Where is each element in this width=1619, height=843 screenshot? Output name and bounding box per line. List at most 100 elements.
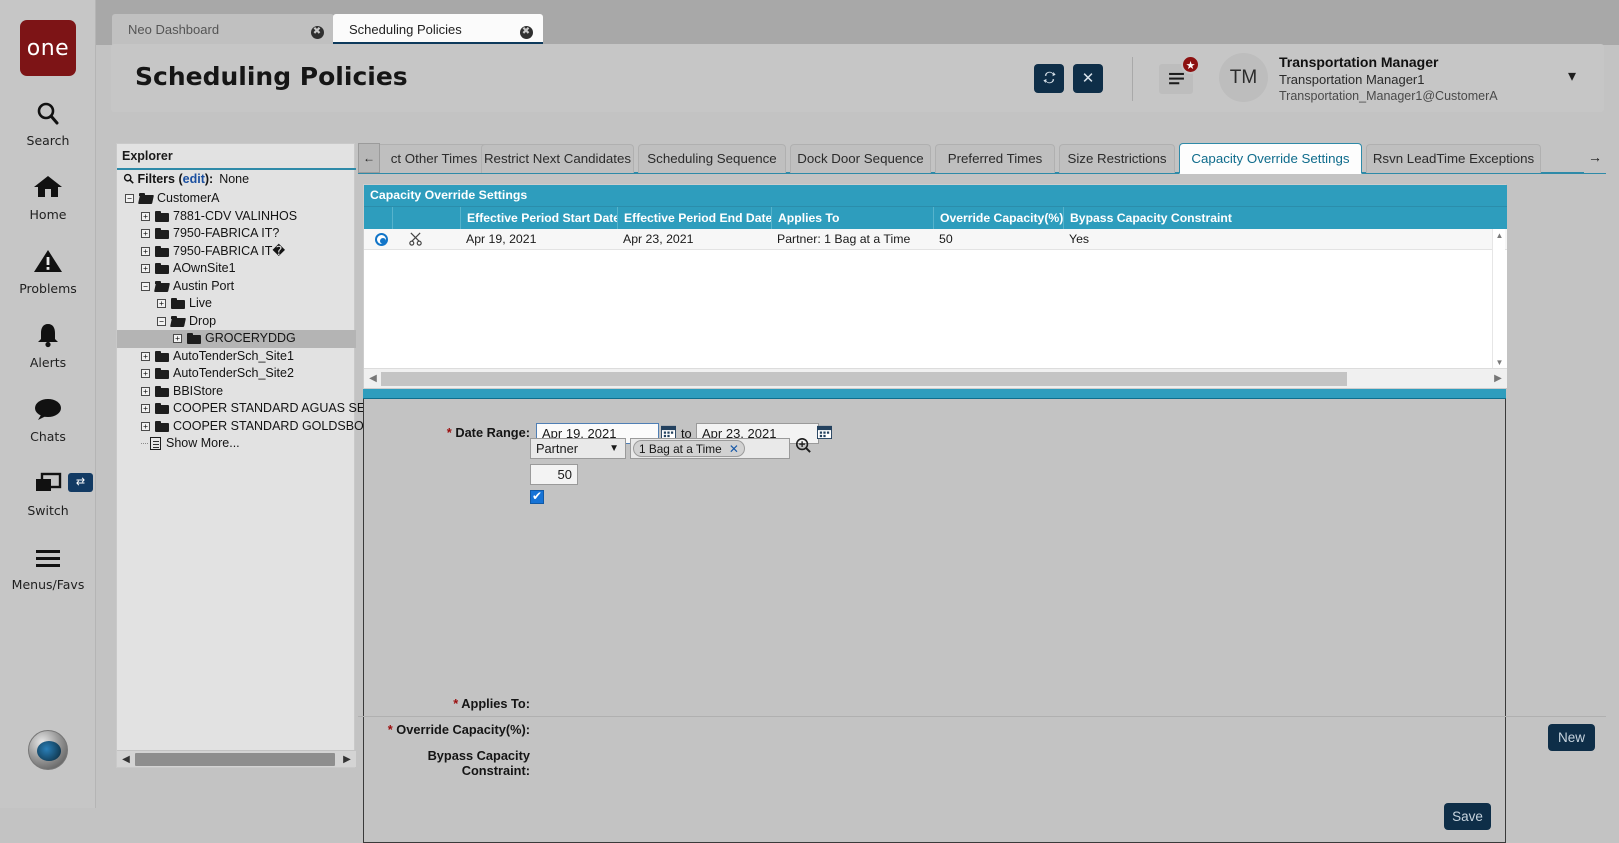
filters-edit-link[interactable]: edit: [183, 172, 205, 186]
tab-capacity-override-settings[interactable]: Capacity Override Settings: [1179, 143, 1362, 174]
tree-node-8[interactable]: + GROCERYDDG: [117, 330, 356, 348]
tree-node-3[interactable]: +7950-FABRICA IT�: [117, 243, 356, 261]
rail-item-problems[interactable]: Problems: [0, 248, 96, 296]
column-header-0[interactable]: [364, 207, 392, 230]
tab-size-restrictions[interactable]: Size Restrictions: [1059, 144, 1175, 173]
explorer-scroll-left-icon[interactable]: ◀: [119, 751, 133, 768]
user-menu-chevron-down-icon[interactable]: ▾: [1568, 66, 1576, 86]
column-header-3[interactable]: Effective Period End Date: [617, 207, 771, 230]
page-title: Scheduling Policies: [135, 62, 408, 91]
tab-scroll-left-button[interactable]: ←: [358, 143, 380, 173]
column-header-1[interactable]: [392, 207, 460, 230]
calendar-icon-start[interactable]: [661, 424, 676, 439]
brand-logo[interactable]: one: [20, 20, 76, 76]
user-name: Transportation Manager1: [1279, 72, 1425, 87]
column-header-6[interactable]: Bypass Capacity Constraint: [1063, 207, 1507, 230]
tree-expander-13[interactable]: +: [141, 421, 150, 431]
column-header-4[interactable]: Applies To: [771, 207, 933, 230]
switch-badge-icon[interactable]: ⇄: [68, 473, 93, 492]
rail-item-search[interactable]: Search: [0, 100, 96, 148]
tree-node-1[interactable]: +7881-CDV VALINHOS: [117, 208, 356, 226]
tree-node-14[interactable]: Show More...: [117, 435, 356, 453]
tree-node-label-2: 7950-FABRICA IT?: [173, 226, 280, 240]
calendar-icon-end[interactable]: [817, 424, 832, 439]
tab-rsvn-leadtime-exceptions[interactable]: Rsvn LeadTime Exceptions: [1366, 144, 1541, 173]
left-nav-rail: one Search Home Problems Alerts Chats Sw…: [0, 0, 96, 808]
grid-vertical-scrollbar[interactable]: ▲ ▼: [1492, 229, 1505, 369]
tree-node-0[interactable]: − CustomerA: [117, 190, 356, 208]
tab-scheduling-sequence[interactable]: Scheduling Sequence: [638, 144, 786, 173]
new-button[interactable]: New: [1548, 724, 1595, 751]
applies-to-token-remove-icon[interactable]: ✕: [729, 442, 739, 456]
rail-item-menus-favs[interactable]: Menus/Favs: [0, 544, 96, 592]
rail-item-home[interactable]: Home: [0, 174, 96, 222]
tree-expander-4[interactable]: +: [141, 264, 150, 274]
grid-scroll-right-icon[interactable]: ▶: [1491, 369, 1505, 389]
applies-to-select[interactable]: Partner ▼: [530, 438, 626, 459]
browser-tab-close-1[interactable]: ✖: [519, 14, 533, 45]
tree-expander-0[interactable]: −: [125, 194, 134, 204]
tree-node-7[interactable]: − Drop: [117, 313, 356, 331]
close-button[interactable]: ✕: [1073, 64, 1103, 93]
tree-expander-2[interactable]: +: [141, 229, 150, 239]
grid-scroll-left-icon[interactable]: ◀: [366, 369, 380, 389]
tree-node-5[interactable]: − Austin Port: [117, 278, 356, 296]
tree-node-label-3: 7950-FABRICA IT�: [173, 243, 286, 258]
grid-horizontal-scrollbar[interactable]: ◀ ▶: [364, 368, 1507, 388]
rail-item-alerts[interactable]: Alerts: [0, 322, 96, 370]
browser-tab-close-0[interactable]: ✖: [310, 14, 324, 45]
tree-node-label-5: Austin Port: [173, 278, 235, 293]
tree-node-10[interactable]: + AutoTenderSch_Site2: [117, 365, 356, 383]
grid-scroll-up-icon[interactable]: ▲: [1493, 229, 1506, 242]
rail-item-chats[interactable]: Chats: [0, 396, 96, 444]
tree-node-12[interactable]: + COOPER STANDARD AGUAS SEALING (3: [117, 400, 417, 418]
folder-icon: [155, 350, 169, 362]
tab-restrict-next-candidates[interactable]: Restrict Next Candidates: [481, 144, 634, 173]
tree-node-label-0: CustomerA: [157, 191, 220, 205]
tab-scroll-right-button[interactable]: →: [1584, 143, 1606, 173]
applies-to-token-field[interactable]: 1 Bag at a Time ✕: [630, 438, 790, 459]
save-button[interactable]: Save: [1444, 803, 1491, 830]
table-row[interactable]: Apr 19, 2021 Apr 23, 2021 Partner: 1 Bag a…: [364, 229, 1507, 250]
avatar[interactable]: TM: [1219, 53, 1268, 102]
tab-label-6: Capacity Override Settings: [1191, 151, 1350, 166]
row-action-scissors-icon[interactable]: [409, 231, 422, 249]
explorer-scroll-thumb[interactable]: [135, 753, 335, 766]
tree-expander-10[interactable]: +: [141, 369, 150, 379]
tab-dock-door-sequence[interactable]: Dock Door Sequence: [790, 144, 931, 173]
tree-node-4[interactable]: + AOwnSite1: [117, 260, 356, 278]
tree-node-13[interactable]: + COOPER STANDARD GOLDSBORO: [117, 418, 383, 436]
browser-tab-scheduling-policies[interactable]: Scheduling Policies ✖: [333, 14, 543, 45]
rail-item-label-problems: Problems: [19, 281, 77, 296]
tab-ct-other-times[interactable]: ct Other Times: [374, 144, 494, 173]
tree-node-9[interactable]: + AutoTenderSch_Site1: [117, 348, 356, 366]
tree-expander-3[interactable]: +: [141, 246, 150, 256]
globe-avatar-icon[interactable]: [28, 730, 68, 770]
applies-to-token[interactable]: 1 Bag at a Time ✕: [633, 440, 745, 457]
tab-preferred-times[interactable]: Preferred Times: [935, 144, 1055, 173]
tree-node-2[interactable]: +7950-FABRICA IT?: [117, 225, 356, 243]
tree-expander-7[interactable]: −: [157, 316, 166, 326]
tree-expander-11[interactable]: +: [141, 386, 150, 396]
column-header-5[interactable]: Override Capacity(%): [933, 207, 1063, 230]
explorer-scroll-right-icon[interactable]: ▶: [340, 751, 354, 768]
tree-node-11[interactable]: + BBIStore: [117, 383, 356, 401]
tree-expander-8[interactable]: +: [173, 334, 182, 344]
refresh-button[interactable]: [1034, 64, 1064, 93]
override-capacity-input[interactable]: 50: [530, 464, 578, 485]
row-select-radio[interactable]: [375, 233, 388, 246]
tree-expander-6[interactable]: +: [157, 299, 166, 309]
applies-to-search-icon[interactable]: [795, 437, 811, 457]
browser-tab-neo-dashboard[interactable]: Neo Dashboard ✖: [112, 14, 334, 45]
tree-expander-9[interactable]: +: [141, 351, 150, 361]
grid-body: Apr 19, 2021 Apr 23, 2021 Partner: 1 Bag a…: [364, 229, 1507, 369]
tree-expander-5[interactable]: −: [141, 281, 150, 291]
grid-scroll-thumb[interactable]: [381, 372, 1347, 386]
explorer-horizontal-scrollbar[interactable]: ◀ ▶: [117, 750, 356, 767]
column-header-2[interactable]: Effective Period Start Date: [460, 207, 617, 230]
tab-label-2: Scheduling Sequence: [647, 151, 777, 166]
tree-node-6[interactable]: + Live: [117, 295, 356, 313]
tree-expander-1[interactable]: +: [141, 211, 150, 221]
tree-expander-12[interactable]: +: [141, 404, 150, 414]
bypass-capacity-checkbox[interactable]: [530, 489, 544, 504]
